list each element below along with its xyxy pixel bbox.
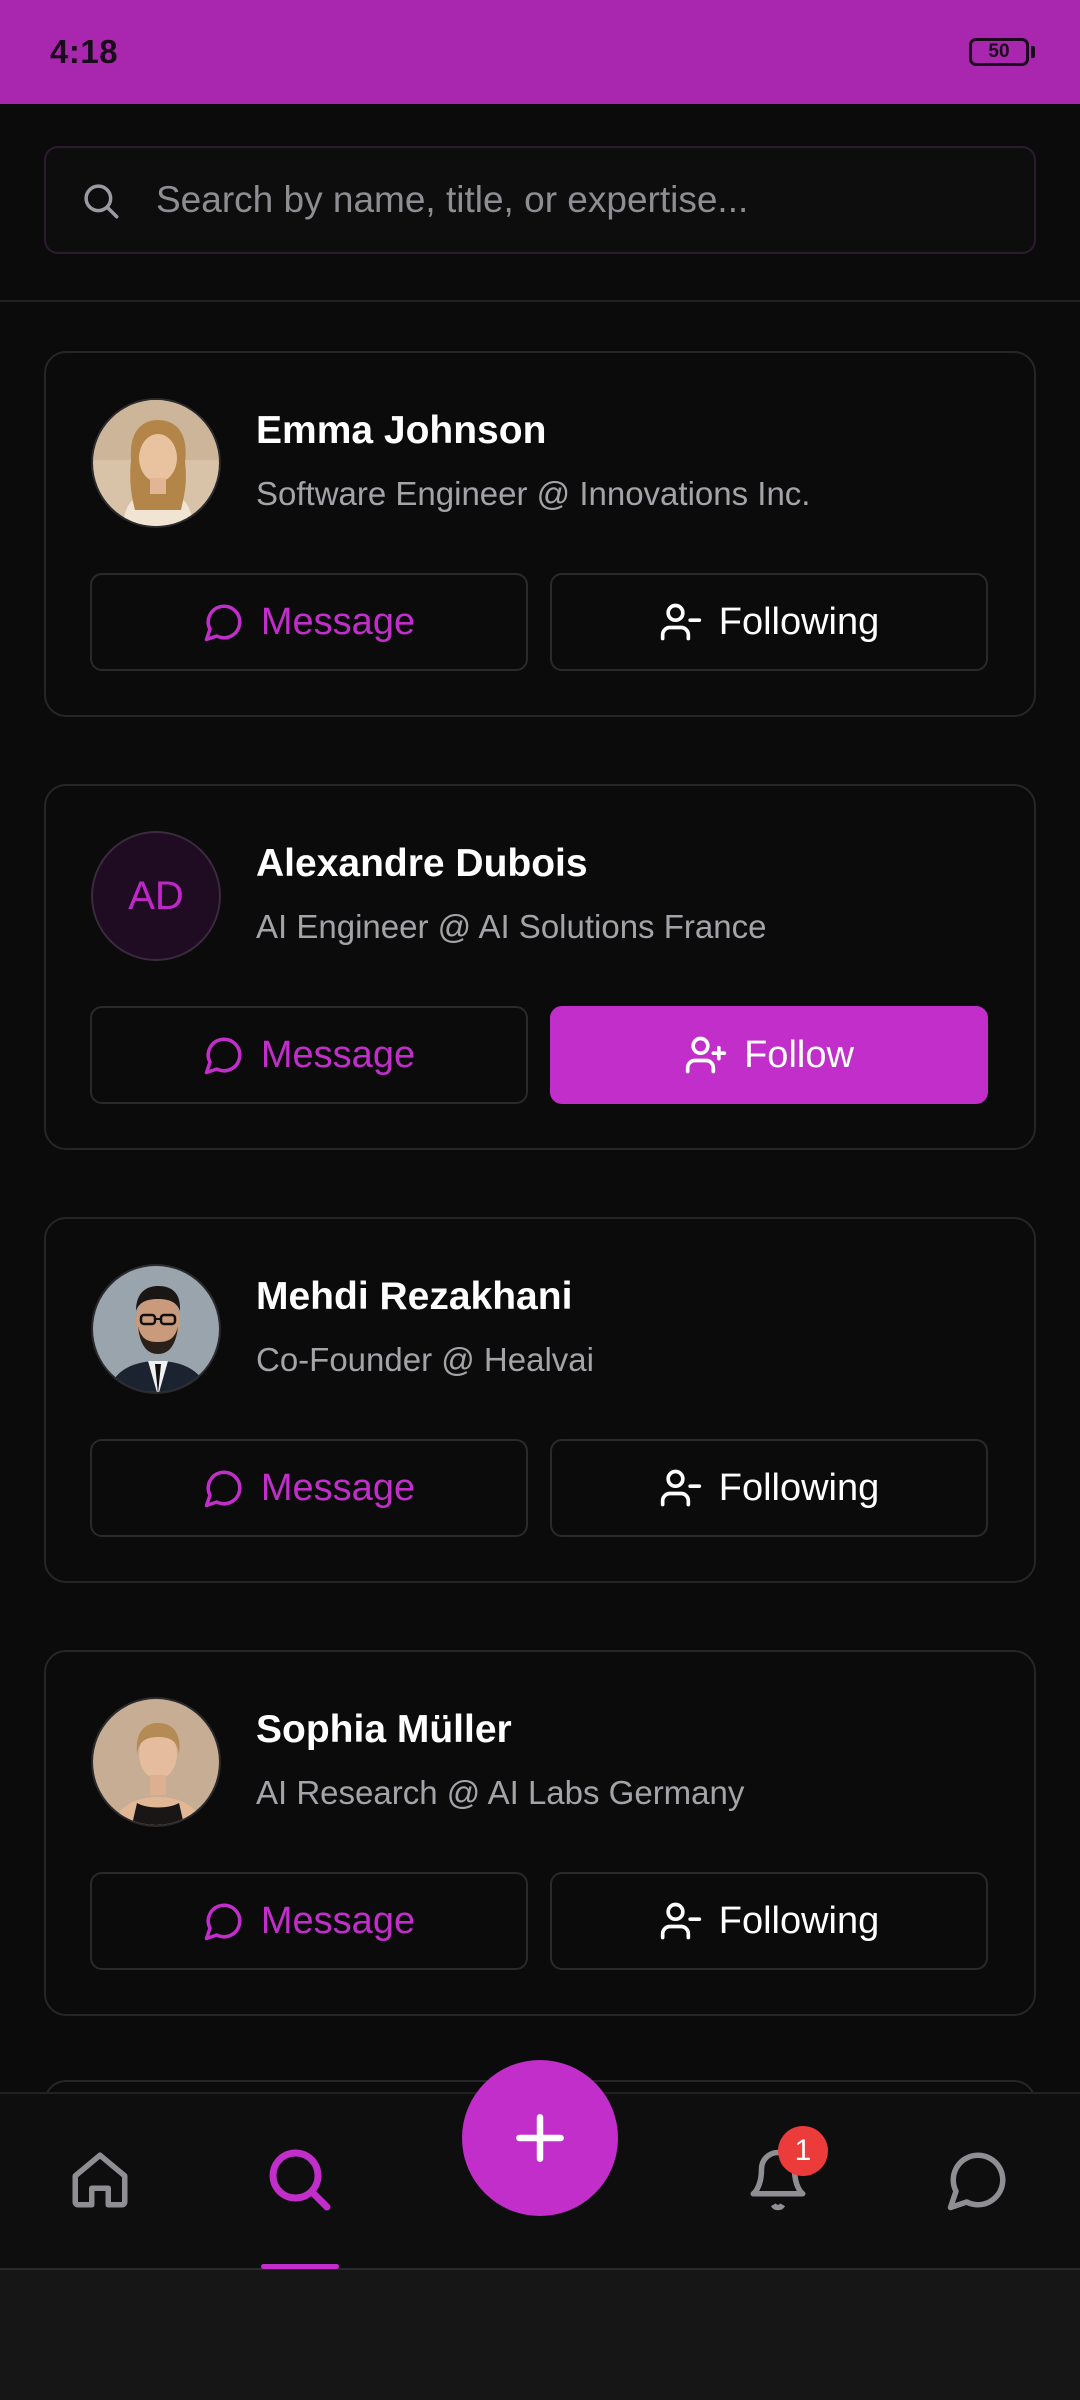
status-bar: 4:18 50 [0, 0, 1080, 104]
person-card: Emma Johnson Software Engineer @ Innovat… [44, 351, 1036, 717]
home-icon [72, 2152, 128, 2208]
message-button[interactable]: Message [90, 1872, 528, 1970]
person-name: Alexandre Dubois [256, 842, 588, 885]
user-plus-icon [685, 1036, 727, 1074]
user-minus-icon [660, 1902, 701, 1940]
person-name: Mehdi Rezakhani [256, 1275, 573, 1318]
person-title: AI Research @ AI Labs Germany [256, 1774, 745, 1811]
chat-icon [204, 604, 242, 642]
follow-label: Following [718, 600, 880, 643]
user-minus-icon [660, 1469, 701, 1507]
person-card: Mehdi Rezakhani Co-Founder @ Healvai Mes… [44, 1217, 1036, 1583]
person-name: Sophia Müller [256, 1708, 512, 1751]
person-name: Emma Johnson [256, 409, 547, 452]
chat-icon [204, 1037, 242, 1075]
following-button[interactable]: Following [550, 573, 988, 671]
user-minus-icon [660, 603, 701, 641]
follow-label: Follow [744, 1033, 854, 1076]
follow-button[interactable]: Follow [550, 1006, 988, 1104]
message-label: Message [260, 600, 416, 643]
system-nav-area [0, 2270, 1080, 2400]
avatar-initials[interactable]: AD [91, 831, 221, 961]
chat-icon [947, 2152, 1006, 2211]
message-button[interactable]: Message [90, 1006, 528, 1104]
status-time: 4:18 [50, 33, 119, 70]
nav-search[interactable] [250, 2130, 350, 2230]
search-input[interactable] [156, 148, 1016, 252]
chat-icon [204, 1903, 242, 1941]
notification-badge: 1 [778, 2126, 828, 2176]
avatar[interactable] [91, 1697, 221, 1827]
create-post-button[interactable] [462, 2060, 618, 2216]
person-title: AI Engineer @ AI Solutions France [256, 908, 767, 945]
message-label: Message [260, 1466, 416, 1509]
battery-level: 50 [969, 38, 1029, 66]
plus-icon [516, 2114, 564, 2162]
search-icon [84, 184, 119, 219]
message-label: Message [260, 1033, 416, 1076]
person-title: Co-Founder @ Healvai [256, 1341, 594, 1378]
following-button[interactable]: Following [550, 1439, 988, 1537]
active-tab-indicator [261, 2264, 339, 2269]
nav-home[interactable] [50, 2130, 150, 2230]
person-title: Software Engineer @ Innovations Inc. [256, 475, 811, 512]
person-card: Sophia Müller AI Research @ AI Labs Germ… [44, 1650, 1036, 2016]
search-section [0, 104, 1080, 302]
battery-icon: 50 [969, 38, 1035, 66]
message-button[interactable]: Message [90, 1439, 528, 1537]
search-bar[interactable] [44, 146, 1036, 254]
following-button[interactable]: Following [550, 1872, 988, 1970]
avatar[interactable] [91, 1264, 221, 1394]
avatar[interactable] [91, 398, 221, 528]
person-card: AD Alexandre Dubois AI Engineer @ AI Sol… [44, 784, 1036, 1150]
message-label: Message [260, 1899, 416, 1942]
follow-label: Following [718, 1899, 880, 1942]
follow-label: Following [718, 1466, 880, 1509]
search-icon [269, 2149, 331, 2211]
nav-messages[interactable] [928, 2130, 1028, 2230]
message-button[interactable]: Message [90, 573, 528, 671]
chat-icon [204, 1470, 242, 1508]
